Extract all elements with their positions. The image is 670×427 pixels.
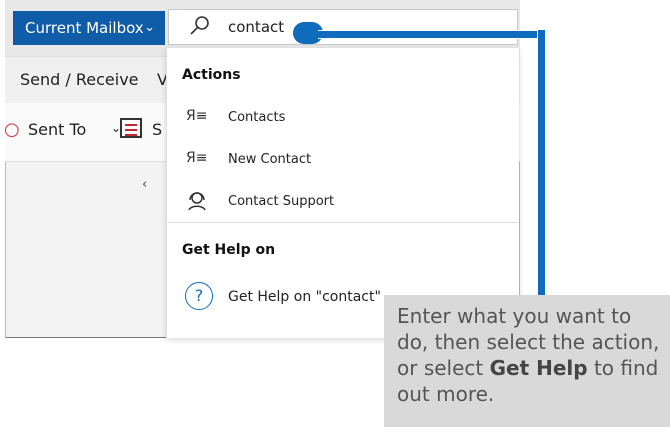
headset-icon (188, 192, 206, 211)
contacts-icon: Я≡ (186, 108, 208, 124)
callout-line-vertical (537, 30, 546, 295)
search-query-text: contact (228, 18, 285, 36)
action-new-contact[interactable]: New Contact (228, 152, 311, 167)
get-help-heading: Get Help on (182, 242, 276, 258)
action-contact-support[interactable]: Contact Support (228, 194, 334, 209)
callout-line-horizontal (318, 30, 546, 39)
section-divider (166, 222, 518, 223)
chevron-down-icon: ⌄ (144, 20, 155, 35)
current-mailbox-dropdown[interactable]: Current Mailbox ⌄ (13, 11, 165, 45)
actions-heading: Actions (182, 67, 241, 83)
tip-bold-get-help: Get Help (489, 356, 588, 380)
contacts-icon: Я≡ (186, 150, 208, 166)
command-clipped[interactable]: S (152, 120, 162, 139)
search-icon (190, 16, 209, 35)
search-input[interactable] (168, 9, 518, 45)
notes-icon[interactable] (120, 118, 142, 138)
tab-send-receive[interactable]: Send / Receive (20, 70, 139, 89)
collapse-pane-icon[interactable]: ‹ (142, 177, 147, 192)
help-icon: ? (185, 282, 213, 310)
tip-callout: Enter what you want to do, then select t… (384, 295, 670, 427)
action-contacts[interactable]: Contacts (228, 110, 285, 125)
mailbox-label: Current Mailbox (25, 19, 144, 37)
get-help-item[interactable]: Get Help on "contact" (228, 289, 381, 305)
person-icon: ○ (4, 119, 20, 140)
sent-to-button[interactable]: Sent To (28, 120, 86, 139)
